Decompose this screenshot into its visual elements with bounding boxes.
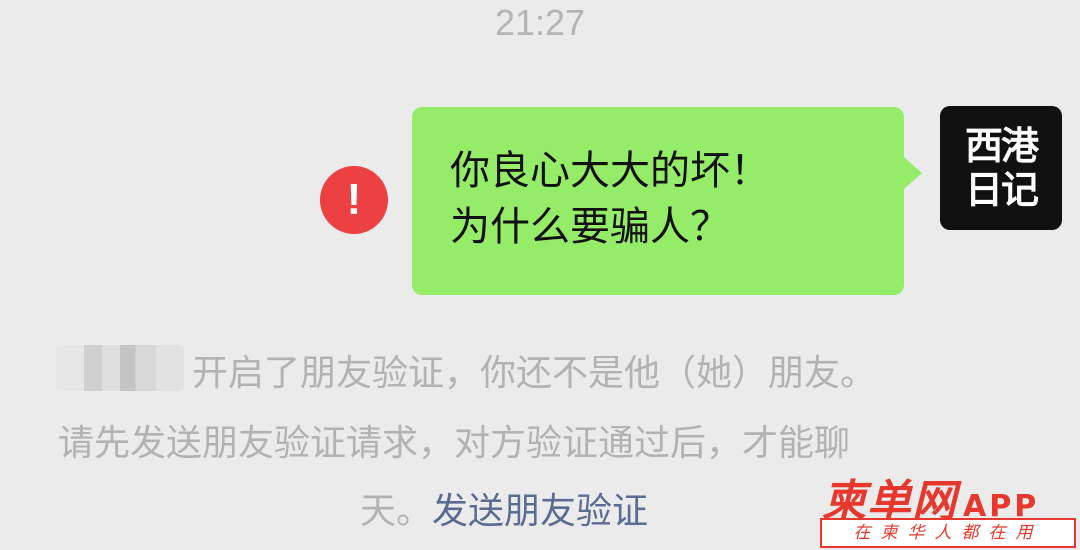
blurred-contact-name [56,345,184,391]
system-notice-line-3-prefix: 天。 [360,491,433,532]
send-failed-icon[interactable]: ! [320,166,388,234]
message-text-line-1: 你良心大大的坏！ [450,148,770,194]
avatar[interactable]: 西港 日记 [940,106,1062,230]
system-notice-line-1: 开启了朋友验证，你还不是他（她）朋友。 [192,353,877,394]
send-friend-verification-link[interactable]: 发送朋友验证 [432,491,648,532]
watermark-slogan: 在柬华人都在用 [820,518,1076,548]
outgoing-message-bubble[interactable]: 你良心大大的坏！ 为什么要骗人？ [412,107,922,295]
message-timestamp: 21:27 [494,2,586,43]
system-notice-line-2: 请先发送朋友验证请求，对方验证通过后，才能聊 [58,423,851,464]
system-notice-line-3: 天。发送朋友验证 [360,482,648,534]
avatar-text-line-2: 日记 [964,168,1039,212]
message-text-line-2: 为什么要骗人？ [450,204,730,250]
avatar-text-line-1: 西港 [964,124,1039,168]
